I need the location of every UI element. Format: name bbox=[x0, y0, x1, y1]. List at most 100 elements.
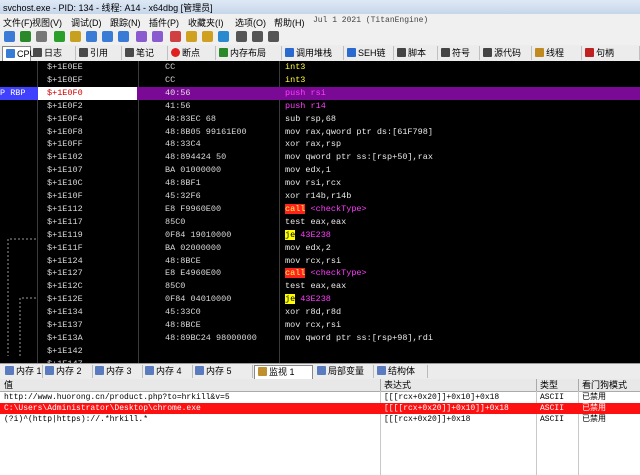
trace-into-icon[interactable] bbox=[136, 31, 147, 42]
disasm-row[interactable]: $+1E124 48:8BCE mov rcx,rsi bbox=[0, 255, 640, 268]
disasm-row[interactable]: $+1E0EE CC int3 bbox=[0, 61, 640, 74]
instruction: test eax,eax bbox=[285, 216, 346, 229]
disasm-row[interactable]: $+1E0F2 41:56 push r14 bbox=[0, 100, 640, 113]
disasm-row[interactable]: $+1E10C 48:8BF1 mov rsi,rcx bbox=[0, 177, 640, 190]
watch-row[interactable]: http://www.huorong.cn/product.php?to=hrk… bbox=[0, 392, 640, 403]
tab-watch-1[interactable]: 监视 1 bbox=[254, 365, 313, 379]
watch-value: (?i)^(http|https)://.*hrkill.* bbox=[4, 415, 149, 424]
run-icon[interactable] bbox=[54, 31, 65, 42]
tab-script[interactable]: 脚本 bbox=[394, 46, 438, 60]
header-watchdog-mode[interactable]: 看门狗模式 bbox=[582, 379, 627, 391]
opcode-bytes: 48:33C4 bbox=[165, 139, 201, 150]
memory-icon bbox=[145, 366, 154, 375]
memory-icon bbox=[95, 366, 104, 375]
open-icon[interactable] bbox=[4, 31, 15, 42]
disasm-row[interactable]: $+1E0FF 48:33C4 xor rax,rsp bbox=[0, 138, 640, 151]
comment-icon[interactable] bbox=[186, 31, 197, 42]
pause-icon[interactable] bbox=[70, 31, 81, 42]
opcode-bytes: 48:8B05 99161E00 bbox=[165, 126, 247, 137]
label-icon[interactable] bbox=[202, 31, 213, 42]
rip-indicator: P RBP bbox=[0, 86, 38, 100]
instruction: mov qword ptr ss:[rsp+98],rdi bbox=[285, 332, 433, 345]
instruction-token: call bbox=[285, 268, 306, 279]
reference-icon bbox=[79, 48, 88, 57]
step-into-icon[interactable] bbox=[86, 31, 97, 42]
tab-dump-4[interactable]: 内存 4 bbox=[142, 365, 193, 378]
watch-mode: 已禁用 bbox=[582, 415, 606, 424]
watch-row[interactable]: (?i)^(http|https)://.*hrkill.* [[[rcx+0x2… bbox=[0, 414, 640, 425]
disasm-row[interactable]: $+1E12E 0F84 04010000 je 43E238 bbox=[0, 293, 640, 306]
address: $+1E0EF bbox=[47, 74, 83, 85]
breakpoint-icon bbox=[171, 48, 180, 57]
tab-dump-5[interactable]: 内存 5 bbox=[192, 365, 253, 378]
tab-references[interactable]: 引用 bbox=[76, 46, 122, 60]
bookmark-icon[interactable] bbox=[218, 31, 229, 42]
opcode-bytes: 40:56 bbox=[165, 87, 191, 98]
instruction-token: sub rsp,68 bbox=[285, 113, 337, 124]
disasm-row[interactable]: $+1E0EF CC int3 bbox=[0, 74, 640, 87]
header-type[interactable]: 类型 bbox=[540, 379, 558, 391]
disasm-row[interactable]: $+1E117 85C0 test eax,eax bbox=[0, 216, 640, 229]
disasm-row[interactable]: $+1E119 0F84 19010000 je 43E238 bbox=[0, 229, 640, 242]
patch-icon[interactable] bbox=[170, 31, 181, 42]
watch-row[interactable]: C:\Users\Administrator\Desktop\chrome.ex… bbox=[0, 403, 640, 414]
tab-handles[interactable]: 句柄 bbox=[582, 46, 640, 60]
disasm-row[interactable]: $+1E102 48:894424 50 mov qword ptr ss:[rsp… bbox=[0, 151, 640, 164]
address: $+1E11F bbox=[47, 242, 83, 253]
disasm-row[interactable]: $+1E112 E8 F9960E00 call <checkType> bbox=[0, 203, 640, 216]
tab-struct[interactable]: 结构体 bbox=[374, 365, 428, 378]
tab-threads[interactable]: 线程 bbox=[532, 46, 582, 60]
address: $+1E112 bbox=[47, 203, 83, 214]
tab-breakpoints[interactable]: 断点 bbox=[168, 46, 216, 60]
disasm-row[interactable]: $+1E10F 45:32F6 xor r14b,r14b bbox=[0, 190, 640, 203]
opcode-bytes: 85C0 bbox=[165, 216, 186, 227]
tab-call-stack[interactable]: 调用堆栈 bbox=[282, 46, 344, 60]
run-to-user-icon[interactable] bbox=[118, 31, 129, 42]
restart-icon[interactable] bbox=[20, 31, 31, 42]
address: $+1E119 bbox=[47, 229, 83, 240]
disasm-row[interactable]: $+1E137 48:8BCE mov rcx,rsi bbox=[0, 319, 640, 332]
opcode-bytes: CC bbox=[165, 74, 176, 85]
calculator-icon[interactable] bbox=[268, 31, 279, 42]
memory-map-icon bbox=[219, 48, 228, 57]
trace-over-icon[interactable] bbox=[152, 31, 163, 42]
instruction: mov rsi,rcx bbox=[285, 177, 341, 190]
tab-dump-1[interactable]: 内存 1 bbox=[2, 365, 43, 378]
disasm-row[interactable]: $+1E107 BA 01000000 mov edx,1 bbox=[0, 164, 640, 177]
tab-dump-3[interactable]: 内存 3 bbox=[92, 365, 143, 378]
step-over-icon[interactable] bbox=[102, 31, 113, 42]
tab-dump-2[interactable]: 内存 2 bbox=[42, 365, 93, 378]
function-icon[interactable] bbox=[236, 31, 247, 42]
tab-symbols[interactable]: 符号 bbox=[438, 46, 480, 60]
instruction: push rsi bbox=[285, 87, 326, 100]
watch-expr: [[[rcx+0x20]]+0x18 bbox=[384, 415, 471, 424]
instruction-token: xor rax,rsp bbox=[285, 139, 342, 150]
watch-type: ASCII bbox=[540, 393, 565, 402]
disasm-row[interactable]: $+1E12C 85C0 test eax,eax bbox=[0, 280, 640, 293]
disasm-row[interactable]: $+1E0F0 40:56 push rsi bbox=[0, 86, 640, 100]
header-expression[interactable]: 表达式 bbox=[384, 379, 411, 391]
disasm-row[interactable]: $+1E134 45:33C0 xor r8d,r8d bbox=[0, 306, 640, 319]
instruction: mov rcx,rsi bbox=[285, 255, 341, 268]
tab-log[interactable]: 日志 bbox=[30, 46, 76, 60]
tab-memory-map[interactable]: 内存布局 bbox=[216, 46, 282, 60]
tab-locals[interactable]: 局部变量 bbox=[314, 365, 374, 378]
disasm-row[interactable]: $+1E142 bbox=[0, 345, 640, 358]
tab-seh-chain[interactable]: SEH链 bbox=[344, 46, 394, 60]
toolbar bbox=[0, 28, 640, 46]
struct-icon bbox=[377, 366, 386, 375]
disasm-row[interactable]: $+1E0F8 48:8B05 99161E00 mov rax,qword ptr… bbox=[0, 126, 640, 139]
tab-cpu[interactable]: CPU bbox=[2, 46, 36, 61]
hash-icon[interactable] bbox=[252, 31, 263, 42]
disasm-row[interactable]: $+1E0F4 48:83EC 68 sub rsp,68 bbox=[0, 113, 640, 126]
main-tab-bar: CPU 日志 引用 笔记 断点 内存布局 调用堆栈 SEH链 脚本 符号 源代码… bbox=[0, 45, 640, 62]
opcode-bytes: 48:8BCE bbox=[165, 255, 201, 266]
disasm-row[interactable]: $+1E13A 48:89BC24 98000000 mov qword ptr s… bbox=[0, 332, 640, 345]
disasm-row[interactable]: $+1E127 E8 E4960E00 call <checkType> bbox=[0, 267, 640, 280]
disasm-row[interactable]: $+1E11F BA 02000000 mov edx,2 bbox=[0, 242, 640, 255]
tab-source[interactable]: 源代码 bbox=[480, 46, 532, 60]
header-value[interactable]: 值 bbox=[4, 379, 13, 391]
disassembly-view[interactable]: $+1E0EE CC int3 $+1E0EF CC int3 $+1E0F0 40:56 pu… bbox=[0, 61, 640, 363]
close-icon[interactable] bbox=[36, 31, 47, 42]
tab-notes[interactable]: 笔记 bbox=[122, 46, 168, 60]
